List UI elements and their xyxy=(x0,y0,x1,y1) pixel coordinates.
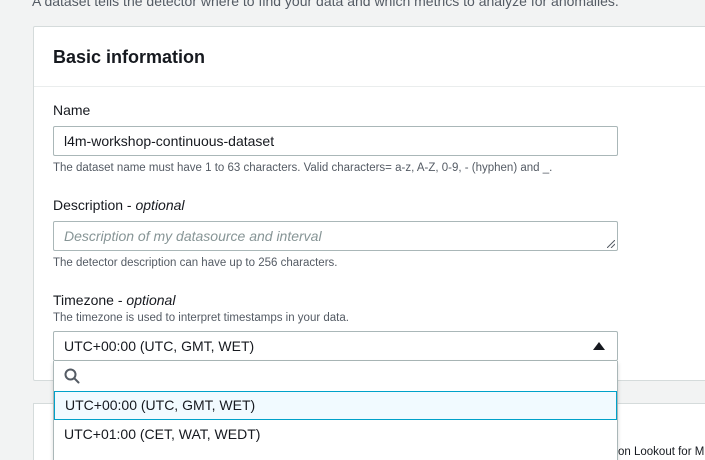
timezone-selected-value: UTC+00:00 (UTC, GMT, WET) xyxy=(64,338,255,354)
panel-title: Basic information xyxy=(53,47,206,67)
description-label-text: Description - xyxy=(53,197,132,213)
description-textarea[interactable]: Description of my datasource and interva… xyxy=(53,221,618,251)
description-optional: optional xyxy=(135,197,185,213)
caret-up-icon[interactable] xyxy=(593,342,605,350)
name-hint: The dataset name must have 1 to 63 chara… xyxy=(53,162,553,174)
timezone-label: Timezone - optional xyxy=(53,292,175,308)
timezone-optional: optional xyxy=(126,292,176,308)
timezone-option[interactable]: UTC+01:00 (CET, WAT, WEDT) xyxy=(54,420,617,449)
name-input[interactable]: l4m-workshop-continuous-dataset xyxy=(53,126,618,156)
page-description: A dataset tells the detector where to fi… xyxy=(32,0,619,9)
description-hint: The detector description can have up to … xyxy=(53,257,338,269)
timezone-dropdown: UTC+00:00 (UTC, GMT, WET) UTC+01:00 (CET… xyxy=(53,361,618,460)
description-placeholder: Description of my datasource and interva… xyxy=(64,228,322,244)
resize-grip-icon[interactable] xyxy=(607,240,615,248)
side-text: on Lookout for M xyxy=(618,446,705,458)
timezone-option[interactable]: UTC+00:00 (UTC, GMT, WET) xyxy=(54,391,617,420)
dropdown-search-field[interactable] xyxy=(54,361,617,391)
timezone-label-text: Timezone - xyxy=(53,292,123,308)
description-label: Description - optional xyxy=(53,197,185,213)
timezone-select[interactable]: UTC+00:00 (UTC, GMT, WET) xyxy=(53,331,618,361)
name-label: Name xyxy=(53,102,91,118)
timezone-hint: The timezone is used to interpret timest… xyxy=(53,312,349,324)
panel-header: Basic information xyxy=(34,27,705,87)
search-icon xyxy=(64,368,80,384)
